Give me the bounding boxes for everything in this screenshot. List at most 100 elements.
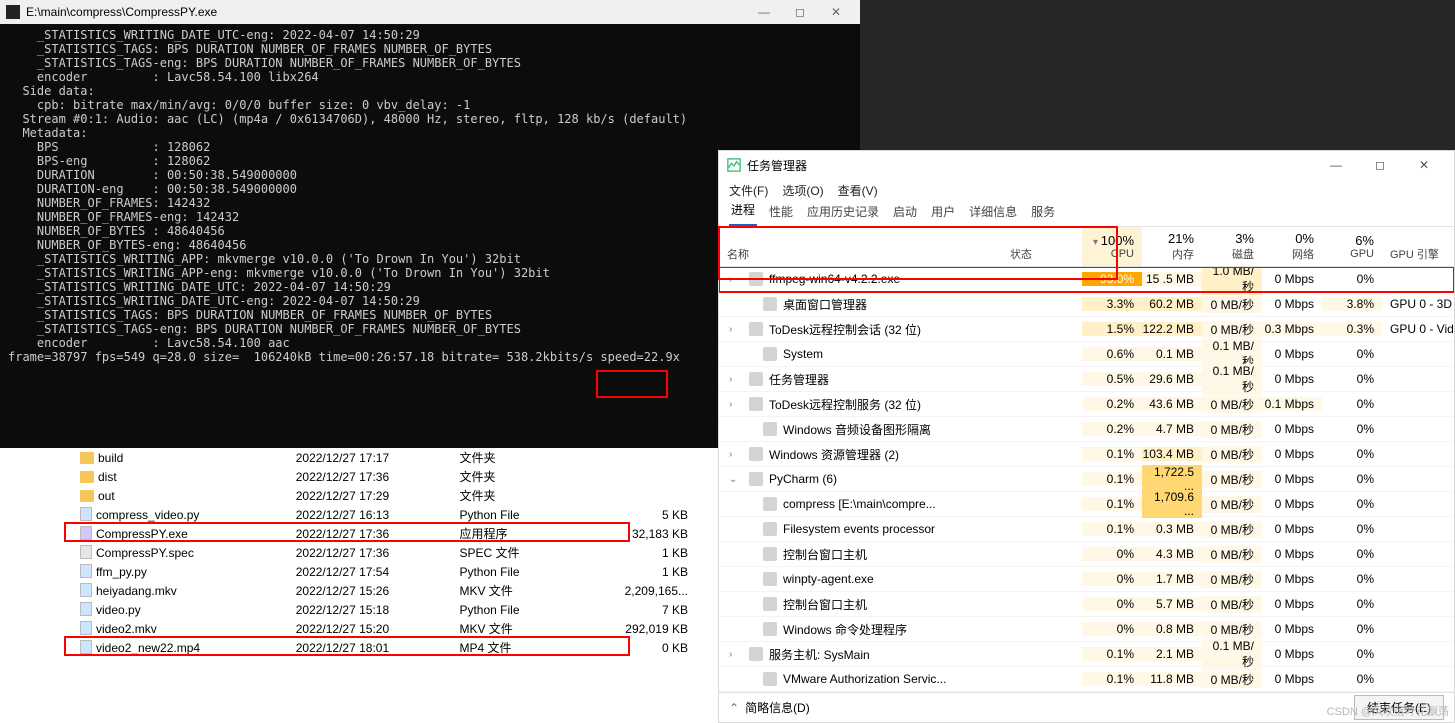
- process-row[interactable]: 桌面窗口管理器3.3%60.2 MB0 MB/秒0 Mbps3.8%GPU 0 …: [719, 292, 1454, 317]
- process-row[interactable]: 控制台窗口主机0%4.3 MB0 MB/秒0 Mbps0%: [719, 542, 1454, 567]
- process-row[interactable]: winpty-agent.exe0%1.7 MB0 MB/秒0 Mbps0%: [719, 567, 1454, 592]
- col-网络[interactable]: 0%网络: [1262, 227, 1322, 266]
- py-icon: [80, 507, 92, 521]
- expand-icon[interactable]: ›: [729, 449, 732, 460]
- col-status[interactable]: 状态: [1002, 227, 1082, 266]
- tm-menubar[interactable]: 文件(F) 选项(O) 查看(V): [719, 179, 1454, 201]
- process-row[interactable]: compress [E:\main\compre...0.1%1,709.6 .…: [719, 492, 1454, 517]
- chevron-up-icon[interactable]: ⌃: [729, 701, 739, 715]
- process-row[interactable]: ›服务主机: SysMain0.1%2.1 MB0.1 MB/秒0 Mbps0%: [719, 642, 1454, 667]
- process-row[interactable]: System0.6%0.1 MB0.1 MB/秒0 Mbps0%: [719, 342, 1454, 367]
- py-icon: [80, 602, 92, 616]
- maximize-button[interactable]: ◻: [1358, 158, 1402, 172]
- file-row[interactable]: build2022/12/27 17:17文件夹: [0, 448, 718, 467]
- process-icon: [749, 447, 763, 461]
- expand-icon[interactable]: ›: [729, 374, 732, 385]
- process-icon: [763, 672, 777, 686]
- process-row[interactable]: ›Windows 资源管理器 (2)0.1%103.4 MB0 MB/秒0 Mb…: [719, 442, 1454, 467]
- col-内存[interactable]: 21%内存: [1142, 227, 1202, 266]
- expand-icon[interactable]: ›: [729, 399, 732, 410]
- end-task-button[interactable]: 结束任务(E): [1354, 695, 1444, 720]
- file-row[interactable]: out2022/12/27 17:29文件夹: [0, 486, 718, 505]
- tm-column-headers[interactable]: 名称状态100%CPU21%内存3%磁盘0%网络6%GPUGPU 引擎: [719, 227, 1454, 267]
- file-row[interactable]: CompressPY.spec2022/12/27 17:36SPEC 文件1 …: [0, 543, 718, 562]
- console-titlebar[interactable]: E:\main\compress\CompressPY.exe — ◻ ✕: [0, 0, 860, 24]
- highlight-speed: [596, 370, 668, 398]
- folder-icon: [80, 490, 94, 502]
- fewer-details-link[interactable]: 简略信息(D): [745, 699, 810, 716]
- highlight-video2new: [64, 636, 630, 656]
- menu-view[interactable]: 查看(V): [838, 182, 878, 199]
- mkv-icon: [80, 583, 92, 597]
- file-row[interactable]: ffm_py.py2022/12/27 17:54Python File1 KB: [0, 562, 718, 581]
- minimize-button[interactable]: —: [1314, 158, 1358, 172]
- process-row[interactable]: Windows 音频设备图形隔离0.2%4.7 MB0 MB/秒0 Mbps0%: [719, 417, 1454, 442]
- close-button[interactable]: ✕: [818, 5, 854, 19]
- col-CPU[interactable]: 100%CPU: [1082, 227, 1142, 266]
- tab-服务[interactable]: 服务: [1029, 199, 1057, 226]
- tm-titlebar[interactable]: 任务管理器 — ◻ ✕: [719, 151, 1454, 179]
- process-icon: [763, 547, 777, 561]
- maximize-button[interactable]: ◻: [782, 5, 818, 19]
- process-icon: [749, 272, 763, 286]
- col-GPU[interactable]: 6%GPU: [1322, 227, 1382, 266]
- tm-title-text: 任务管理器: [747, 157, 807, 174]
- process-icon: [749, 397, 763, 411]
- explorer-pane: build2022/12/27 17:17文件夹dist2022/12/27 1…: [0, 448, 718, 723]
- file-row[interactable]: heiyadang.mkv2022/12/27 15:26MKV 文件2,209…: [0, 581, 718, 600]
- file-row[interactable]: video.py2022/12/27 15:18Python File7 KB: [0, 600, 718, 619]
- folder-icon: [80, 471, 94, 483]
- tab-应用历史记录[interactable]: 应用历史记录: [805, 199, 881, 226]
- tab-用户[interactable]: 用户: [929, 199, 957, 226]
- process-row[interactable]: ›ToDesk远程控制服务 (32 位)0.2%43.6 MB0 MB/秒0.1…: [719, 392, 1454, 417]
- expand-icon[interactable]: ›: [729, 274, 732, 285]
- folder-icon: [80, 452, 94, 464]
- process-icon: [749, 372, 763, 386]
- task-manager-icon: [727, 158, 741, 172]
- menu-file[interactable]: 文件(F): [729, 182, 768, 199]
- expand-icon[interactable]: ›: [729, 324, 732, 335]
- process-icon: [763, 422, 777, 436]
- py-icon: [80, 564, 92, 578]
- col-gpu-engine[interactable]: GPU 引擎: [1382, 227, 1454, 266]
- task-manager-window: 任务管理器 — ◻ ✕ 文件(F) 选项(O) 查看(V) 进程性能应用历史记录…: [718, 150, 1455, 723]
- menu-options[interactable]: 选项(O): [782, 182, 823, 199]
- process-row[interactable]: ⌄PyCharm (6)0.1%1,722.5 ...0 MB/秒0 Mbps0…: [719, 467, 1454, 492]
- col-磁盘[interactable]: 3%磁盘: [1202, 227, 1262, 266]
- file-list[interactable]: build2022/12/27 17:17文件夹dist2022/12/27 1…: [0, 448, 718, 657]
- tm-process-list[interactable]: ›ffmpeg-win64-v4.2.2.exe93.0%15 .5 MB1.0…: [719, 267, 1454, 692]
- process-icon: [749, 647, 763, 661]
- highlight-compresspy: [64, 522, 630, 542]
- file-icon: [80, 545, 92, 559]
- process-icon: [749, 472, 763, 486]
- tab-性能[interactable]: 性能: [767, 199, 795, 226]
- file-row[interactable]: dist2022/12/27 17:36文件夹: [0, 467, 718, 486]
- process-icon: [763, 297, 777, 311]
- process-row[interactable]: Filesystem events processor0.1%0.3 MB0 M…: [719, 517, 1454, 542]
- close-button[interactable]: ✕: [1402, 158, 1446, 172]
- process-icon: [763, 572, 777, 586]
- process-icon: [763, 347, 777, 361]
- process-row[interactable]: 控制台窗口主机0%5.7 MB0 MB/秒0 Mbps0%: [719, 592, 1454, 617]
- process-row[interactable]: VMware Authorization Servic...0.1%11.8 M…: [719, 667, 1454, 692]
- process-row[interactable]: ›ToDesk远程控制会话 (32 位)1.5%122.2 MB0 MB/秒0.…: [719, 317, 1454, 342]
- tm-tabs[interactable]: 进程性能应用历史记录启动用户详细信息服务: [719, 201, 1454, 227]
- tab-启动[interactable]: 启动: [891, 199, 919, 226]
- process-icon: [763, 497, 777, 511]
- mkv-icon: [80, 621, 92, 635]
- process-icon: [749, 322, 763, 336]
- process-icon: [763, 522, 777, 536]
- process-icon: [763, 597, 777, 611]
- console-title-text: E:\main\compress\CompressPY.exe: [26, 5, 217, 19]
- console-icon: [6, 5, 20, 19]
- process-row[interactable]: Windows 命令处理程序0%0.8 MB0 MB/秒0 Mbps0%: [719, 617, 1454, 642]
- minimize-button[interactable]: —: [746, 5, 782, 19]
- process-icon: [763, 622, 777, 636]
- tab-进程[interactable]: 进程: [729, 197, 757, 226]
- col-name[interactable]: 名称: [719, 227, 1002, 266]
- collapse-icon[interactable]: ⌄: [729, 474, 737, 485]
- process-row[interactable]: ›ffmpeg-win64-v4.2.2.exe93.0%15 .5 MB1.0…: [719, 267, 1454, 292]
- expand-icon[interactable]: ›: [729, 649, 732, 660]
- process-row[interactable]: ›任务管理器0.5%29.6 MB0.1 MB/秒0 Mbps0%: [719, 367, 1454, 392]
- tab-详细信息[interactable]: 详细信息: [967, 199, 1019, 226]
